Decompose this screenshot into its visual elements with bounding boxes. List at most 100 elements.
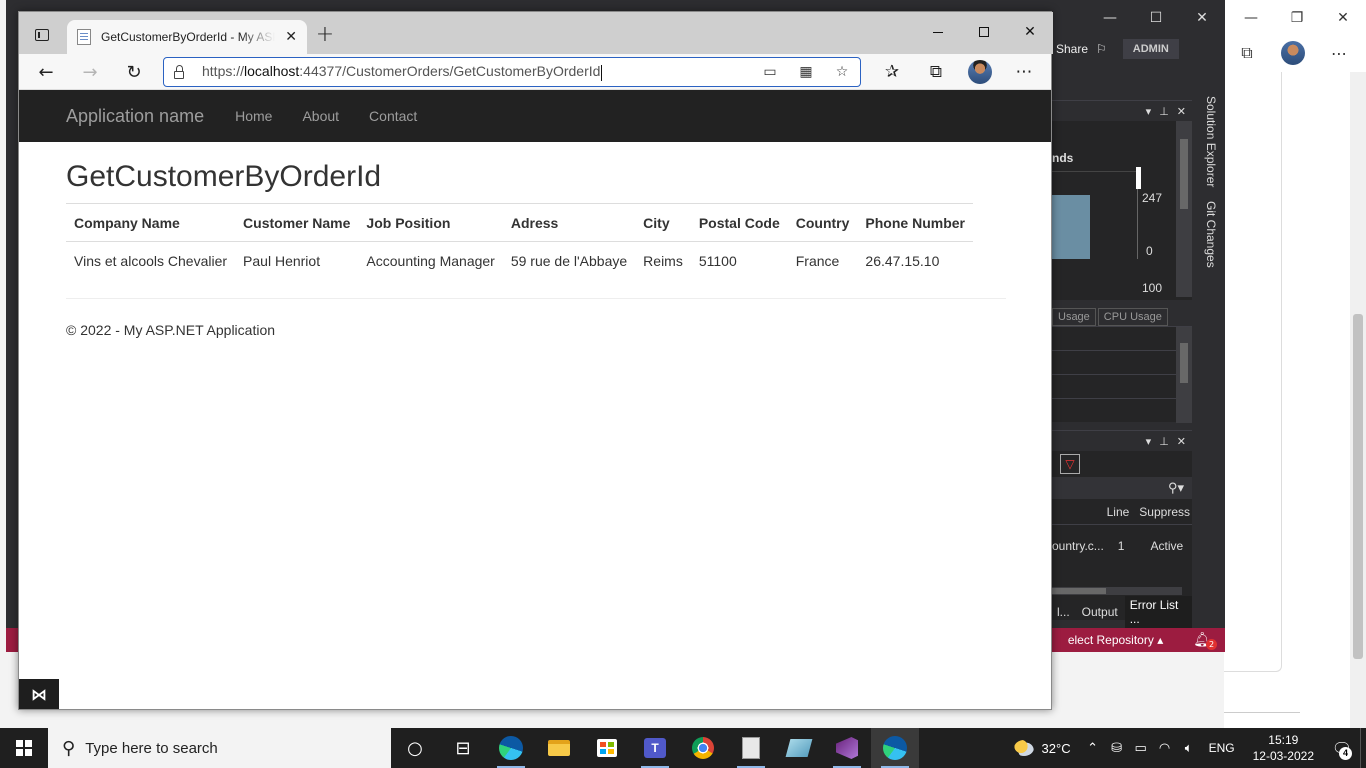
live-share-icon[interactable]: ⚐ xyxy=(1096,42,1107,56)
reload-button[interactable]: ↻ xyxy=(119,58,149,86)
favorites-icon[interactable]: ✰ xyxy=(877,58,907,86)
weather-widget[interactable]: 32°C xyxy=(1004,740,1081,756)
document-app-icon[interactable] xyxy=(727,728,775,768)
filter-icon[interactable]: ▽ xyxy=(1060,454,1080,474)
settings-more-icon[interactable]: ⋯ xyxy=(1009,58,1039,86)
wifi-icon[interactable]: ◠ xyxy=(1153,741,1177,756)
background-scrollbar[interactable] xyxy=(1350,72,1366,728)
events-list xyxy=(1052,326,1192,423)
scrollbar-thumb[interactable] xyxy=(1180,139,1188,209)
events-scrollbar[interactable] xyxy=(1176,327,1192,423)
error-search[interactable]: ⚲▾ xyxy=(1052,477,1192,499)
site-brand-link[interactable]: Application name xyxy=(66,106,204,127)
edge-active-icon[interactable] xyxy=(871,728,919,768)
pin-icon[interactable]: ⊥ xyxy=(1159,435,1169,448)
add-favorite-icon[interactable]: ☆ xyxy=(832,62,852,82)
back-button[interactable]: ← xyxy=(31,58,61,86)
vs-close-button[interactable]: ✕ xyxy=(1179,0,1225,36)
error-hscrollbar[interactable] xyxy=(1052,587,1182,595)
windows-logo-icon xyxy=(16,740,32,756)
sql-server-management-icon[interactable] xyxy=(775,728,823,768)
tab-actions-icon[interactable] xyxy=(31,24,53,46)
show-hidden-icons[interactable]: ⌃ xyxy=(1081,741,1105,756)
clock[interactable]: 15:19 12-03-2022 xyxy=(1243,732,1324,764)
notifications-bell-icon[interactable]: 🔔︎ 2 xyxy=(1193,632,1217,650)
microsoft-store-icon[interactable] xyxy=(583,728,631,768)
maximize-button[interactable] xyxy=(961,12,1007,52)
start-button[interactable] xyxy=(0,728,48,768)
vs-minimize-button[interactable]: — xyxy=(1087,0,1133,36)
taskbar-search-input[interactable]: ⚲ Type here to search xyxy=(48,728,391,768)
close-icon[interactable]: ✕ xyxy=(1177,435,1186,448)
nav-contact-link[interactable]: Contact xyxy=(354,108,432,124)
volume-icon[interactable]: 🔈︎ xyxy=(1177,741,1201,756)
bg-minimize-button[interactable]: — xyxy=(1228,0,1274,36)
minimize-button[interactable] xyxy=(915,12,961,52)
vs-account-badge[interactable]: ADMIN xyxy=(1122,39,1179,59)
nav-home-link[interactable]: Home xyxy=(220,108,287,124)
collections-icon[interactable]: ⧉ xyxy=(921,58,951,86)
scrollbar-thumb[interactable] xyxy=(1180,343,1188,383)
app-available-icon[interactable]: ▭ xyxy=(760,62,780,82)
forward-button[interactable]: → xyxy=(75,58,105,86)
omnibox-actions: ▭ ▦ ☆ xyxy=(760,62,852,82)
tab-cpu-usage[interactable]: CPU Usage xyxy=(1097,308,1168,326)
chart-min-label: 0 xyxy=(1146,244,1153,258)
tab-git-changes[interactable]: Git Changes xyxy=(1198,201,1218,268)
tab-output[interactable]: Output xyxy=(1077,603,1123,621)
text-caret xyxy=(601,64,603,81)
tab-other[interactable]: l... xyxy=(1052,603,1075,621)
vs-maximize-button[interactable]: ☐ xyxy=(1133,0,1179,36)
bg-restore-button[interactable]: ❐ xyxy=(1274,0,1320,36)
more-icon[interactable]: ⋯ xyxy=(1316,36,1362,70)
action-center-icon[interactable]: 🗨︎4 xyxy=(1324,728,1360,768)
tray-app-icon[interactable]: ⛁ xyxy=(1105,741,1129,756)
teams-icon[interactable]: T xyxy=(631,728,679,768)
column-line[interactable]: Line xyxy=(1107,505,1130,519)
bg-close-button[interactable]: ✕ xyxy=(1320,0,1366,36)
vs-share-button[interactable]: Share xyxy=(1056,42,1088,56)
diag-tabs: Usage CPU Usage xyxy=(1052,308,1168,326)
battery-icon[interactable]: ▭ xyxy=(1129,741,1153,756)
chrome-icon[interactable] xyxy=(679,728,727,768)
dropdown-icon[interactable]: ▾ xyxy=(1146,435,1152,448)
show-desktop-button[interactable] xyxy=(1360,728,1366,768)
file-explorer-icon[interactable] xyxy=(535,728,583,768)
visual-studio-taskbar-icon[interactable] xyxy=(823,728,871,768)
task-view-icon[interactable]: ⊟ xyxy=(439,728,487,768)
tab-solution-explorer[interactable]: Solution Explorer xyxy=(1198,96,1218,187)
close-button[interactable]: ✕ xyxy=(1007,12,1053,52)
scrollbar-thumb[interactable] xyxy=(1353,314,1363,659)
visual-studio-icon[interactable]: ⋈ xyxy=(19,679,59,709)
column-phone-number: Phone Number xyxy=(857,203,973,242)
select-repository-button[interactable]: elect Repository ▴ xyxy=(1068,633,1163,647)
pin-icon[interactable]: ⊥ xyxy=(1159,105,1169,118)
collections-icon[interactable]: ⧉ xyxy=(1224,36,1270,70)
browser-tab-active[interactable]: GetCustomerByOrderId - My ASP.NET Applic… xyxy=(67,20,307,54)
tab-error-list[interactable]: Error List ... xyxy=(1124,596,1192,628)
cortana-icon[interactable]: ○ xyxy=(391,728,439,768)
vs-side-tabs: Solution Explorer Git Changes xyxy=(1198,96,1218,276)
nav-about-link[interactable]: About xyxy=(287,108,354,124)
new-tab-button[interactable]: + xyxy=(313,22,337,47)
vs-command-bar: Share ⚐ ADMIN xyxy=(1052,36,1225,62)
scrollbar-thumb[interactable] xyxy=(1052,588,1106,594)
edge-icon[interactable] xyxy=(487,728,535,768)
error-row[interactable]: ountry.c... 1 Active xyxy=(1052,539,1192,553)
system-tray: 32°C ⌃ ⛁ ▭ ◠ 🔈︎ ENG 15:19 12-03-2022 🗨︎4 xyxy=(1004,728,1366,768)
qr-code-icon[interactable]: ▦ xyxy=(796,62,816,82)
web-page: Application name Home About Contact GetC… xyxy=(19,90,1051,709)
tab-usage[interactable]: Usage xyxy=(1052,308,1096,326)
url-input[interactable]: https://localhost:44377/CustomerOrders/G… xyxy=(163,57,861,87)
profile-button[interactable] xyxy=(965,58,995,86)
diag-scrollbar[interactable] xyxy=(1176,121,1192,297)
tab-close-icon[interactable]: ✕ xyxy=(285,29,297,45)
lock-icon[interactable] xyxy=(174,64,184,79)
close-icon[interactable]: ✕ xyxy=(1177,105,1186,118)
profile-avatar[interactable] xyxy=(1270,36,1316,70)
chart-max-label: 247 xyxy=(1142,191,1163,205)
column-suppress[interactable]: Suppress xyxy=(1139,505,1190,519)
dropdown-icon[interactable]: ▾ xyxy=(1146,105,1152,118)
language-indicator[interactable]: ENG xyxy=(1201,741,1243,755)
diag-section-label: nds xyxy=(1052,151,1074,165)
